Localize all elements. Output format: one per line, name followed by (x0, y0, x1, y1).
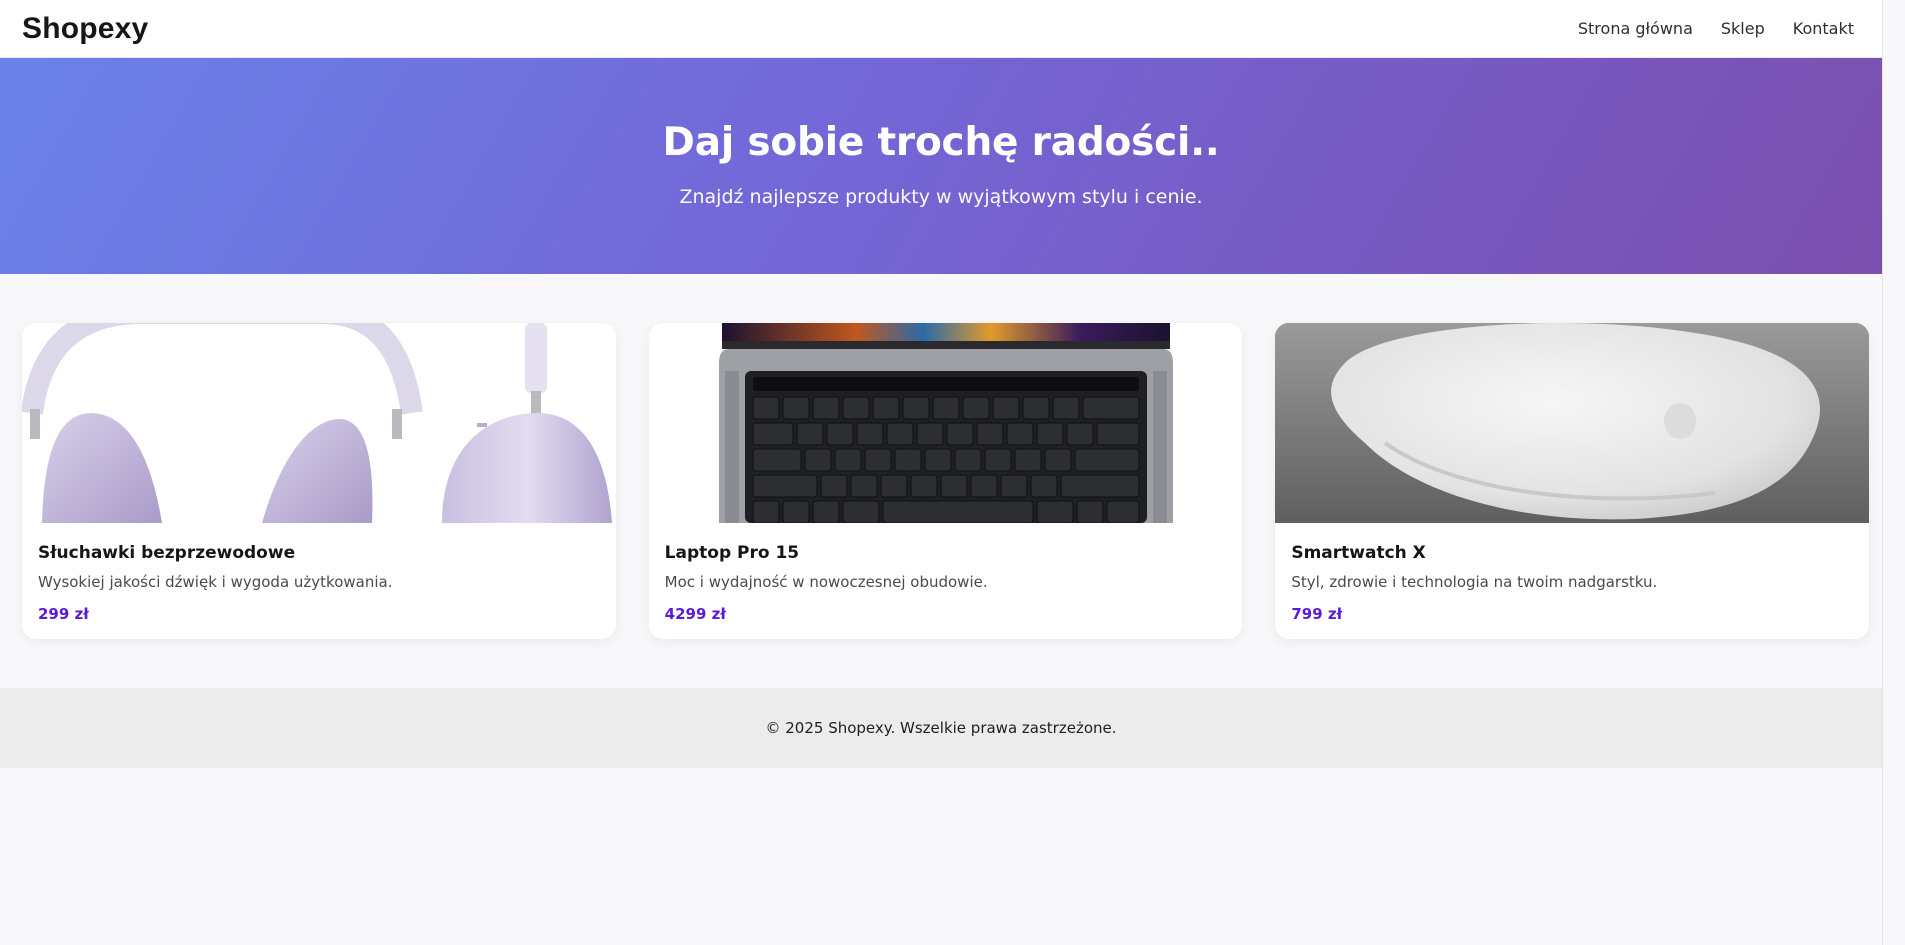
product-title[interactable]: Smartwatch X (1291, 543, 1853, 563)
headphones-image[interactable] (22, 323, 616, 523)
site-header: Shopexy Strona główna Sklep Kontakt (0, 0, 1882, 58)
product-price: 4299 zł (664, 605, 726, 623)
logo[interactable]: Shopexy (22, 12, 148, 46)
laptop-illustration (648, 323, 1243, 523)
mouse-image[interactable] (1275, 323, 1870, 523)
product-price: 299 zł (38, 605, 89, 623)
product-title[interactable]: Laptop Pro 15 (665, 543, 1227, 563)
product-grid: Słuchawki bezprzewodowe Wysokiej jakości… (22, 323, 1870, 639)
product-description: Moc i wydajność w nowoczesnej obudowie. (664, 573, 988, 591)
headphones-illustration (22, 323, 616, 523)
product-card[interactable]: Laptop Pro 15 Moc i wydajność w nowoczes… (648, 323, 1243, 639)
laptop-image[interactable] (648, 323, 1243, 523)
hero-title: Daj sobie trochę radości.. (662, 120, 1220, 165)
product-card-body: Słuchawki bezprzewodowe Wysokiej jakości… (22, 523, 616, 623)
product-description: Wysokiej jakości dźwięk i wygoda użytkow… (38, 573, 393, 591)
page: Shopexy Strona główna Sklep Kontakt Daj … (0, 0, 1905, 945)
vertical-scrollbar[interactable] (1882, 0, 1905, 945)
footer-copyright: © 2025 Shopexy. Wszelkie prawa zastrzeżo… (765, 719, 1117, 737)
nav-link-shop[interactable]: Sklep (1721, 19, 1765, 38)
product-card[interactable]: Smartwatch X Styl, zdrowie i technologia… (1275, 323, 1870, 639)
product-title[interactable]: Słuchawki bezprzewodowe (38, 543, 600, 563)
page-content: Shopexy Strona główna Sklep Kontakt Daj … (0, 0, 1882, 945)
hero-banner: Daj sobie trochę radości.. Znajdź najlep… (0, 58, 1882, 274)
site-footer: © 2025 Shopexy. Wszelkie prawa zastrzeżo… (0, 688, 1882, 768)
product-card[interactable]: Słuchawki bezprzewodowe Wysokiej jakości… (22, 323, 616, 639)
main-nav: Strona główna Sklep Kontakt (1578, 19, 1854, 38)
product-price: 799 zł (1291, 605, 1343, 623)
product-card-body: Laptop Pro 15 Moc i wydajność w nowoczes… (649, 523, 1243, 623)
product-card-body: Smartwatch X Styl, zdrowie i technologia… (1275, 523, 1869, 623)
hero-subtitle: Znajdź najlepsze produkty w wyjątkowym s… (679, 186, 1203, 208)
mouse-illustration (1275, 323, 1870, 523)
nav-link-contact[interactable]: Kontakt (1793, 19, 1854, 38)
nav-link-home[interactable]: Strona główna (1578, 19, 1693, 38)
product-description: Styl, zdrowie i technologia na twoim nad… (1291, 573, 1658, 591)
